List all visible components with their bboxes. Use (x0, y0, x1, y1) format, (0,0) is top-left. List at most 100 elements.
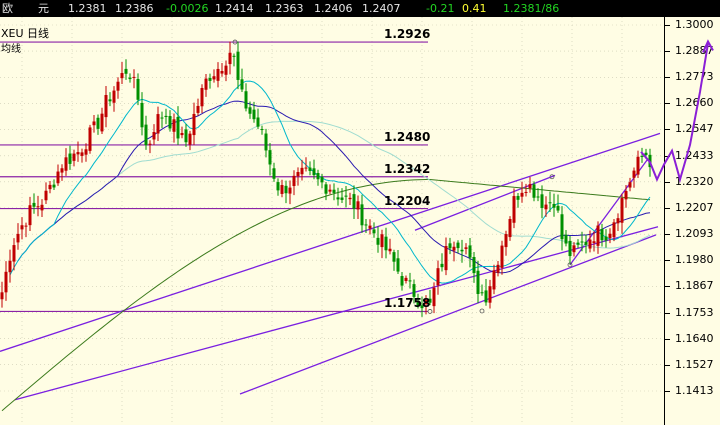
candle-body (36, 206, 40, 208)
candle-body (328, 189, 332, 192)
ma-long-line (1, 179, 651, 412)
candle-body (192, 113, 196, 136)
candle-body (324, 184, 328, 194)
candle-body (568, 240, 572, 257)
candle-body (480, 292, 484, 294)
candle-body (236, 51, 240, 80)
quote-field: 1.2363 (265, 2, 304, 15)
candle-body (556, 205, 560, 211)
candle-body (240, 79, 244, 90)
axis-tick-mark (665, 77, 670, 79)
candle-body (608, 233, 612, 239)
candle-body (472, 257, 476, 274)
candle-body (56, 171, 60, 184)
candle-body (572, 245, 576, 253)
candle-body (12, 245, 16, 262)
candle-body (348, 197, 352, 200)
axis-tick-mark (665, 338, 670, 340)
candle-body (584, 241, 588, 245)
level-label: 1.2204 (384, 193, 431, 208)
candle-body (128, 77, 132, 80)
candle-body (636, 156, 640, 175)
candle-body (604, 236, 608, 241)
candle-body (272, 168, 276, 179)
axis-tick-label: 1.2887 (675, 44, 714, 58)
symbol-label: XEU 日线 (1, 27, 50, 40)
quote-field: 1.2381/86 (503, 2, 560, 15)
candle-body (100, 113, 104, 132)
candle-body (536, 196, 540, 198)
candle-body (520, 192, 524, 197)
quote-bar: 欧 元 1.2381 1.2386 -0.0026 1.2414 1.2363 1.2406 1… (0, 0, 720, 17)
candle-body (548, 202, 552, 204)
candle-body (24, 225, 28, 227)
candle-body (628, 182, 632, 188)
candle-body (184, 129, 188, 143)
candle-body (48, 184, 52, 190)
axis-tick-mark (665, 391, 670, 392)
candle-body (532, 184, 536, 198)
axis-tick-mark (665, 51, 670, 53)
candle-body (292, 175, 296, 187)
candle-body (104, 95, 108, 118)
candle-body (464, 247, 468, 249)
candle-body (612, 222, 616, 238)
quote-field: 0.41 (462, 2, 487, 15)
quote-field: -0.21 (426, 2, 455, 15)
candle-body (372, 229, 376, 234)
candle-body (64, 157, 68, 171)
level-label: 1.2926 (384, 27, 431, 42)
candle-body (188, 133, 192, 145)
candle-body (180, 132, 184, 136)
candle-body (468, 245, 472, 258)
axis-tick-mark (665, 181, 670, 183)
axis-tick-label: 1.2433 (675, 148, 714, 162)
candle-body (68, 153, 72, 164)
axis-tick-label: 1.1413 (675, 384, 714, 397)
candle-body (296, 172, 300, 177)
candle-body (160, 117, 164, 119)
candle-body (524, 191, 528, 193)
candle-body (132, 76, 136, 78)
candle-body (440, 263, 444, 268)
candle-body (452, 246, 456, 251)
candle-body (316, 173, 320, 180)
price-axis: 1.3000 1.2887 1.2773 1.2660 1.2547 1.2433 1.23… (665, 17, 720, 425)
level-label: 1.1758 (384, 296, 431, 311)
candle-body (60, 168, 64, 173)
candle-body (244, 91, 248, 109)
candle-body (20, 225, 24, 230)
candle-body (16, 233, 20, 243)
candle-body (172, 119, 176, 132)
candle-body (644, 152, 648, 155)
candle-body (544, 204, 548, 210)
price-chart[interactable] (0, 17, 665, 425)
candle-body (388, 248, 392, 252)
candle-body (96, 117, 100, 129)
candle-body (268, 150, 272, 165)
candle-body (252, 109, 256, 120)
axis-tick-label: 1.1980 (675, 253, 714, 267)
candle-body (264, 133, 268, 151)
candle-body (140, 102, 144, 128)
candle-body (32, 202, 36, 207)
candle-body (460, 249, 464, 252)
candle-body (288, 187, 292, 194)
candle-body (52, 184, 56, 188)
candle-body (360, 204, 364, 226)
candle-body (76, 152, 80, 155)
candle-body (124, 68, 128, 74)
candle-body (384, 236, 388, 251)
candle-body (620, 198, 624, 223)
candle-body (356, 201, 360, 210)
candle-body (332, 189, 336, 193)
candle-body (168, 116, 172, 129)
candle-body (152, 132, 156, 140)
level-label: 1.2342 (384, 161, 431, 176)
candle-body (28, 205, 32, 226)
candle-body (88, 127, 92, 151)
candle-body (136, 78, 140, 100)
candle-body (200, 87, 204, 107)
quote-field: 欧 (2, 2, 13, 15)
candle-body (616, 218, 620, 224)
